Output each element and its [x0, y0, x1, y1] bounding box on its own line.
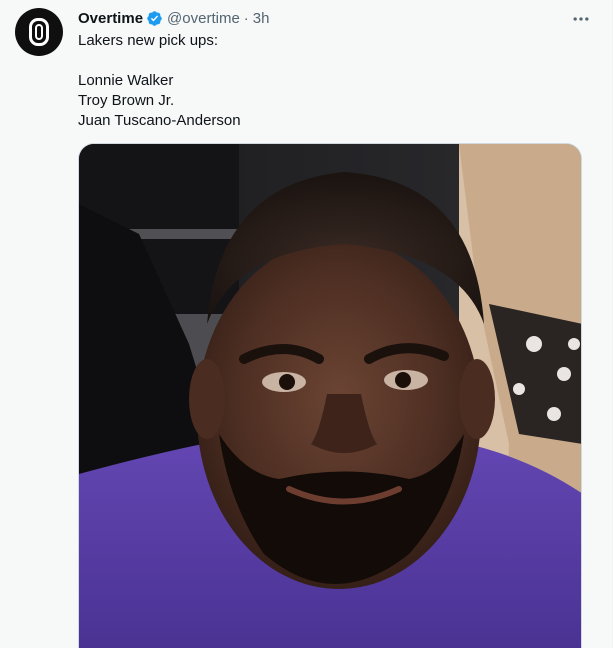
- separator-dot: ·: [243, 9, 249, 27]
- tweet-text-line: Troy Brown Jr.: [78, 92, 175, 109]
- verified-badge-icon: [146, 10, 163, 27]
- user-handle[interactable]: @overtime: [167, 10, 240, 27]
- tweet-text-line: Juan Tuscano-Anderson: [78, 112, 241, 129]
- tweet-text-line: Lonnie Walker: [78, 72, 174, 89]
- tweet-media-photo[interactable]: [78, 143, 582, 648]
- tweet-text-line: Lakers new pick ups:: [78, 32, 219, 49]
- more-options-button[interactable]: [566, 8, 596, 30]
- more-horizontal-icon: [573, 17, 589, 21]
- photo-smiling-man: [79, 144, 581, 648]
- timestamp[interactable]: 3h: [253, 10, 270, 27]
- display-name[interactable]: Overtime: [78, 10, 143, 27]
- tweet-card[interactable]: Overtime @overtime · 3h Lakers new pick …: [0, 0, 613, 648]
- tweet-text: Lakers new pick ups: Lonnie Walker Troy …: [78, 31, 578, 131]
- tweet-header: Overtime @overtime · 3h: [78, 8, 269, 28]
- overtime-logo-icon: [29, 18, 49, 46]
- avatar[interactable]: [15, 8, 63, 56]
